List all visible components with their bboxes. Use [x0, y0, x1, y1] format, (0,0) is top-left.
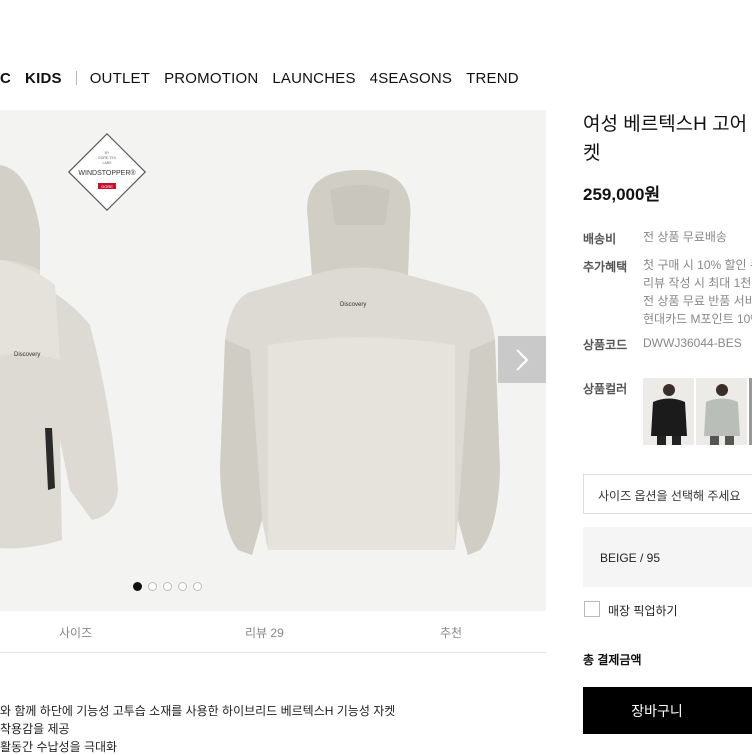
product-color-label: 상품컬러 — [583, 382, 628, 396]
selected-option: BEIGE / 95 — [583, 527, 752, 587]
chevron-right-icon — [516, 348, 529, 371]
shipping-value: 전 상품 무료배송 — [643, 230, 727, 244]
carousel-dot-4[interactable] — [178, 582, 187, 591]
description-line: 활동간 수납성을 극대화 — [0, 740, 118, 754]
jacket-front-logo: Discovery — [14, 352, 40, 358]
nav-item-launches[interactable]: LAUNCHES — [272, 70, 355, 87]
badge-line1: BY — [105, 151, 110, 155]
product-title: 여성 베르텍스H 고어 켓 — [583, 110, 752, 168]
tab-size[interactable]: 사이즈 — [59, 624, 92, 641]
benefit-item: 전 상품 무료 반품 서비스 — [643, 294, 752, 308]
carousel-dot-1[interactable] — [133, 582, 142, 591]
size-option-select[interactable]: 사이즈 옵션을 선택해 주세요 — [583, 474, 752, 514]
carousel-dot-3[interactable] — [163, 582, 172, 591]
nav-item-promotion[interactable]: PROMOTION — [164, 70, 258, 87]
color-swatch-grey[interactable] — [696, 378, 747, 445]
product-code-label: 상품코드 — [583, 338, 628, 352]
benefit-label: 추가혜택 — [583, 260, 628, 274]
jacket-front-image: Discovery — [0, 165, 118, 549]
carousel-dots — [133, 582, 202, 591]
badge-line2: GORE-TEX — [98, 156, 117, 160]
carousel-dot-5[interactable] — [193, 582, 202, 591]
total-price-label: 총 결제금액 — [583, 653, 642, 667]
windstopper-badge-graphic: BY GORE-TEX LABS WINDSTOPPER® GORE — [67, 132, 147, 212]
badge-line3: LABS — [103, 161, 113, 165]
color-swatch-grey-image — [696, 378, 747, 445]
store-pickup-label[interactable]: 매장 픽업하기 — [608, 602, 678, 619]
nav-item-c[interactable]: C — [0, 70, 11, 87]
next-image-button[interactable] — [498, 336, 546, 383]
nav-divider — [75, 71, 77, 85]
add-to-cart-label: 장바구니 — [631, 702, 683, 719]
badge-main: WINDSTOPPER® — [78, 169, 136, 177]
jacket-back-logo: Discovery — [340, 302, 366, 308]
nav-item-trend[interactable]: TREND — [466, 70, 519, 87]
product-title-line2: 켓 — [583, 143, 601, 164]
product-price: 259,000원 — [583, 185, 661, 204]
jacket-back-image: Discovery — [220, 170, 500, 555]
nav-item-kids[interactable]: KIDS — [25, 70, 62, 87]
product-tabs: 사이즈 리뷰 29 추천 — [0, 612, 546, 653]
shipping-label: 배송비 — [583, 232, 617, 246]
tab-recommend[interactable]: 추천 — [440, 624, 462, 641]
top-nav: C KIDS OUTLET PROMOTION LAUNCHES 4SEASON… — [0, 68, 533, 88]
benefit-item: 현대카드 M포인트 10% — [643, 312, 752, 326]
product-code-value: DWWJ36044-BES — [643, 336, 742, 350]
carousel-dot-2[interactable] — [148, 582, 157, 591]
color-swatch-black-image — [643, 378, 694, 445]
store-pickup-checkbox[interactable] — [584, 601, 600, 617]
color-swatch-black[interactable] — [643, 378, 694, 445]
badge-sub: GORE — [101, 184, 113, 189]
nav-item-outlet[interactable]: OUTLET — [90, 70, 150, 87]
windstopper-badge: BY GORE-TEX LABS WINDSTOPPER® GORE — [65, 130, 149, 214]
product-title-line1: 여성 베르텍스H 고어 — [583, 114, 748, 135]
description-line: 착용감을 제공 — [0, 722, 70, 736]
description-line: 와 함께 하단에 기능성 고투습 소재를 사용한 하이브리드 베르텍스H 기능성… — [0, 704, 396, 718]
benefit-item: 첫 구매 시 10% 할인 쿠 — [643, 258, 752, 272]
benefit-item: 리뷰 작성 시 최대 1천 미 — [643, 276, 752, 290]
tab-reviews[interactable]: 리뷰 29 — [245, 624, 284, 641]
nav-item-4seasons[interactable]: 4SEASONS — [370, 70, 452, 87]
add-to-cart-button[interactable]: 장바구니 — [583, 687, 752, 734]
